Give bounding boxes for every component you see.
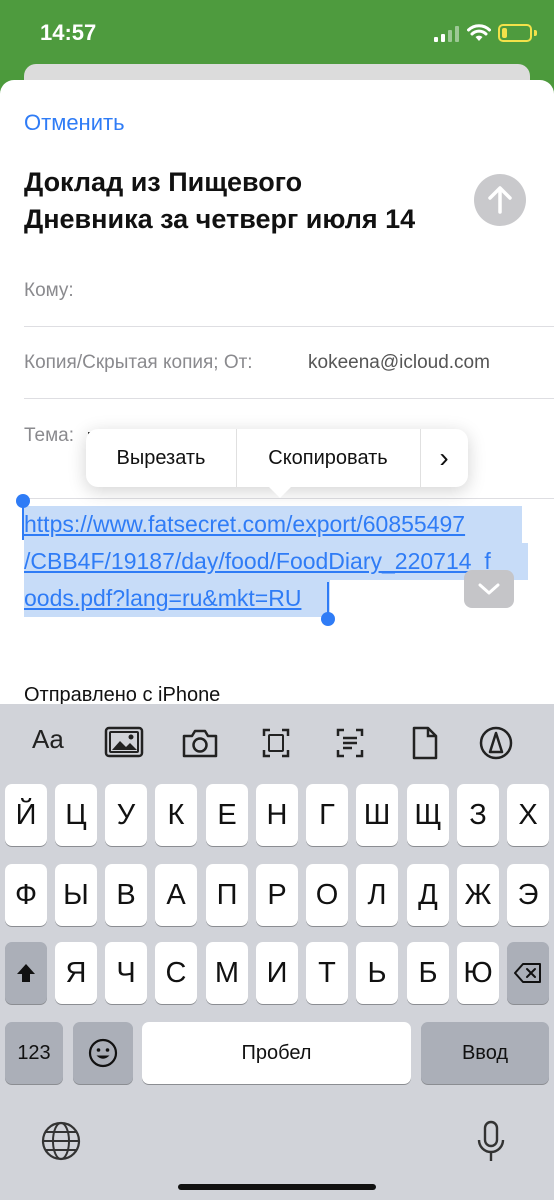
key[interactable]: Ц	[55, 784, 97, 846]
photo-library-icon[interactable]	[104, 726, 144, 760]
microphone-icon[interactable]	[474, 1120, 508, 1164]
key[interactable]: Ж	[457, 864, 499, 926]
scan-document-icon[interactable]	[256, 726, 296, 760]
key[interactable]: В	[105, 864, 147, 926]
key[interactable]: Й	[5, 784, 47, 846]
title-line-1: Доклад из Пищевого	[24, 167, 303, 197]
subject-label: Тема:	[24, 425, 75, 446]
chevron-down-icon	[478, 583, 500, 595]
shift-key[interactable]	[5, 942, 47, 1004]
key[interactable]: З	[457, 784, 499, 846]
emoji-icon	[88, 1038, 118, 1068]
selection-start-bar	[22, 506, 24, 540]
link-line-2: /CBB4F/19187/day/food/FoodDiary_220714_f	[24, 543, 528, 580]
key[interactable]: Щ	[407, 784, 449, 846]
link-line-1: https://www.fatsecret.com/export/6085549…	[24, 506, 522, 543]
attach-document-icon[interactable]	[404, 726, 444, 760]
copy-menu-item[interactable]: Скопировать	[236, 429, 420, 487]
to-label: Кому:	[24, 280, 74, 301]
link-line-3: oods.pdf?lang=ru&mkt=RU	[24, 580, 330, 617]
key[interactable]: Т	[306, 942, 348, 1004]
selection-end-bar	[327, 582, 329, 616]
wifi-icon	[467, 24, 491, 41]
key[interactable]: Ю	[457, 942, 499, 1004]
collapse-button[interactable]	[464, 570, 514, 608]
cut-menu-item[interactable]: Вырезать	[86, 429, 236, 487]
cancel-button[interactable]: Отменить	[24, 110, 125, 136]
markup-icon[interactable]	[476, 726, 516, 760]
return-key[interactable]: Ввод	[421, 1022, 549, 1084]
emoji-key[interactable]	[73, 1022, 133, 1084]
battery-nub	[534, 30, 537, 36]
from-value[interactable]: kokeena@icloud.com	[308, 352, 490, 374]
selected-link[interactable]: https://www.fatsecret.com/export/6085549…	[24, 506, 530, 617]
key[interactable]: И	[256, 942, 298, 1004]
title-line-2: Дневника за четверг июля 14	[24, 204, 416, 234]
key[interactable]: Ь	[356, 942, 398, 1004]
key[interactable]: М	[206, 942, 248, 1004]
key[interactable]: Я	[55, 942, 97, 1004]
key[interactable]: О	[306, 864, 348, 926]
key[interactable]: У	[105, 784, 147, 846]
home-indicator	[178, 1184, 376, 1190]
backspace-icon	[514, 963, 541, 983]
key[interactable]: Ы	[55, 864, 97, 926]
scan-text-icon[interactable]	[330, 726, 370, 760]
key[interactable]: Ч	[105, 942, 147, 1004]
key[interactable]: Ш	[356, 784, 398, 846]
globe-icon[interactable]	[40, 1120, 82, 1162]
delete-key[interactable]	[507, 942, 549, 1004]
key[interactable]: Н	[256, 784, 298, 846]
status-bar: 14:57	[0, 0, 554, 70]
keyboard: Aa Й Ц У К Е Н Г Ш Щ З Х Ф Ы В А П Р О Л…	[0, 704, 554, 1200]
arrow-up-icon	[488, 186, 512, 214]
menu-pointer	[268, 486, 292, 498]
key[interactable]: Г	[306, 784, 348, 846]
key[interactable]: Л	[356, 864, 398, 926]
edit-context-menu: Вырезать Скопировать ›	[86, 429, 468, 487]
more-menu-item[interactable]: ›	[420, 429, 468, 487]
key[interactable]: Е	[206, 784, 248, 846]
status-time: 14:57	[40, 20, 97, 45]
key[interactable]: Д	[407, 864, 449, 926]
key[interactable]: К	[155, 784, 197, 846]
divider	[24, 398, 554, 399]
keyboard-toolbar: Aa	[0, 704, 554, 780]
selection-end-handle[interactable]	[321, 612, 335, 626]
key[interactable]: Р	[256, 864, 298, 926]
signal-icon	[434, 26, 459, 42]
key[interactable]: Б	[407, 942, 449, 1004]
cc-from-label: Копия/Скрытая копия; От:	[24, 352, 253, 373]
battery-icon	[498, 24, 532, 42]
key[interactable]: Ф	[5, 864, 47, 926]
key[interactable]: Э	[507, 864, 549, 926]
key[interactable]: Х	[507, 784, 549, 846]
shift-arrow-icon	[17, 964, 35, 982]
key[interactable]: П	[206, 864, 248, 926]
divider	[24, 326, 554, 327]
numbers-key[interactable]: 123	[5, 1022, 63, 1084]
message-title: Доклад из Пищевого Дневника за четверг и…	[24, 164, 474, 238]
key[interactable]: А	[155, 864, 197, 926]
space-key[interactable]: Пробел	[142, 1022, 411, 1084]
format-button[interactable]: Aa	[32, 724, 64, 755]
send-button[interactable]	[474, 174, 526, 226]
key[interactable]: С	[155, 942, 197, 1004]
camera-icon[interactable]	[180, 726, 220, 760]
divider	[24, 498, 554, 499]
